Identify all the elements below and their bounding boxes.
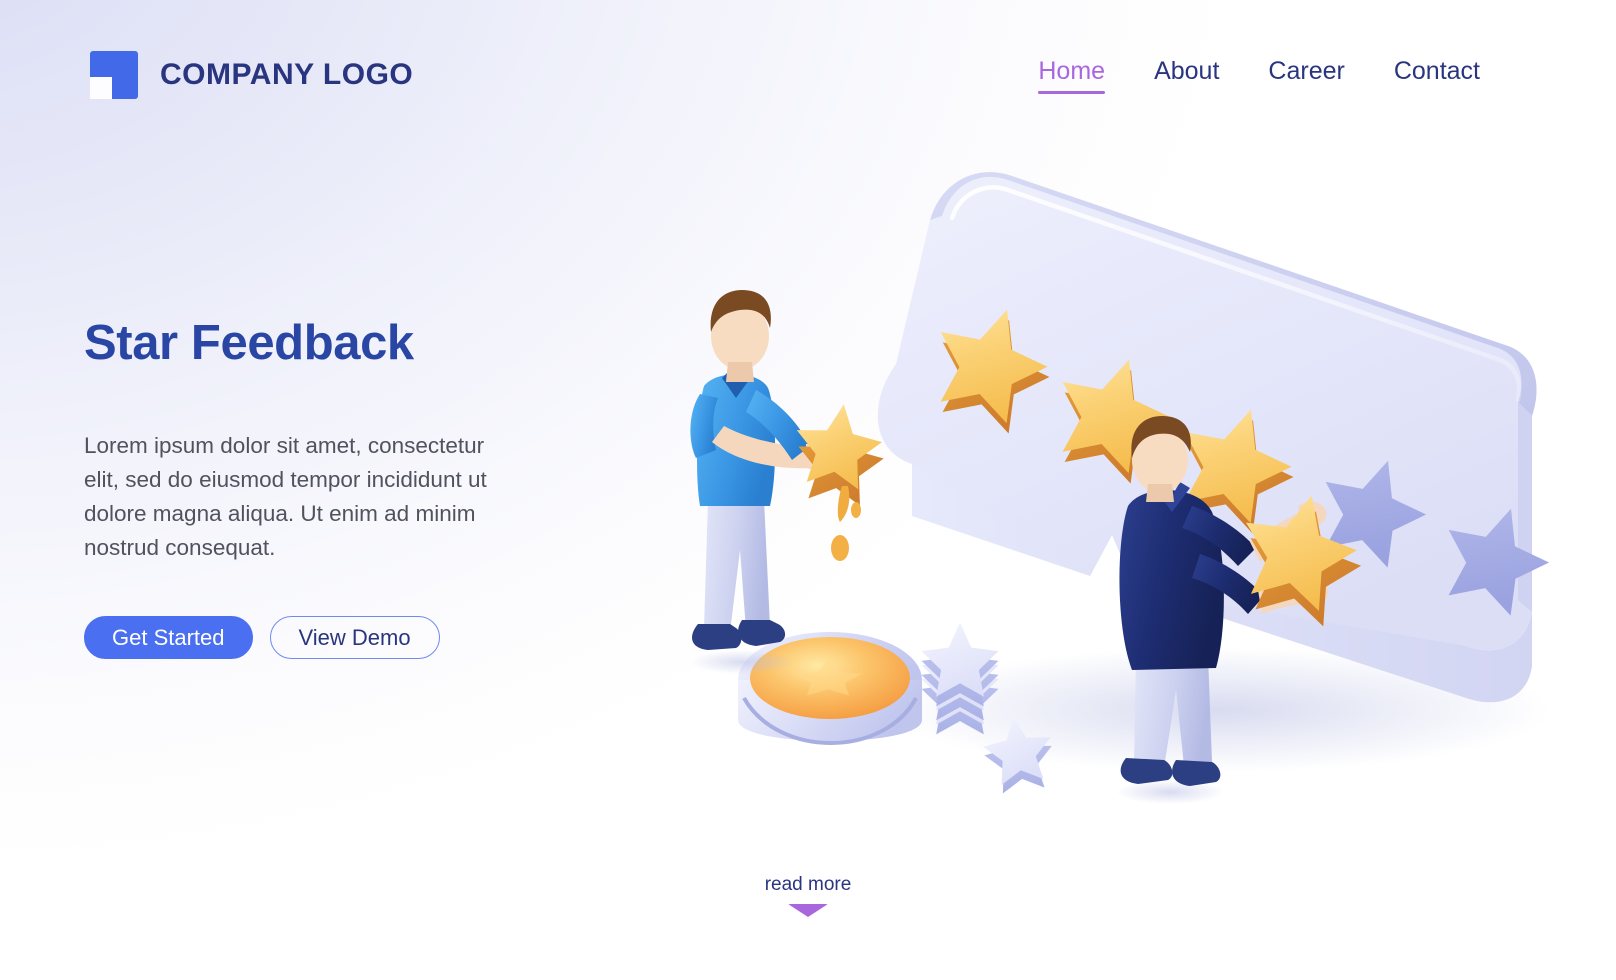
hero-description: Lorem ipsum dolor sit amet, consectetur … — [84, 433, 487, 560]
page-title: Star Feedback — [84, 316, 414, 370]
nav-item-career[interactable]: Career — [1268, 58, 1344, 92]
get-started-button[interactable]: Get Started — [84, 616, 253, 660]
main-navigation: Home About Career Contact — [1038, 58, 1480, 94]
painter-in-blue-polo — [690, 290, 884, 674]
site-header: COMPANY LOGO Home About Career Contact — [0, 0, 1616, 150]
brand-logo[interactable]: COMPANY LOGO — [90, 51, 413, 99]
star-rating-illustration — [660, 150, 1560, 870]
read-more-link[interactable]: read more — [765, 874, 852, 896]
view-demo-button[interactable]: View Demo — [269, 616, 440, 660]
paint-droplet — [831, 535, 849, 561]
hero-section: Star Feedback Lorem ipsum dolor sit amet… — [84, 316, 554, 660]
cta-button-group: Get Started View Demo — [84, 616, 554, 660]
paint-drip-trail — [837, 486, 850, 522]
nav-item-contact[interactable]: Contact — [1394, 58, 1480, 92]
paint-droplet-small — [851, 502, 861, 518]
company-logo-icon — [90, 51, 138, 99]
suit-neck — [1146, 484, 1174, 502]
suit-shoe-right — [1172, 760, 1221, 786]
chevron-down-icon[interactable] — [788, 904, 828, 917]
painter-shoe-right — [738, 620, 786, 646]
company-name: COMPANY LOGO — [160, 58, 414, 91]
painter-shoe-left — [692, 624, 742, 650]
landing-page: COMPANY LOGO Home About Career Contact S… — [0, 0, 1616, 980]
paint-bucket — [738, 632, 922, 745]
logo-notch — [90, 77, 112, 99]
suit-shoe-left — [1120, 758, 1173, 784]
painter-trousers — [704, 500, 770, 632]
nav-item-home[interactable]: Home — [1038, 58, 1105, 94]
bubble-right-edge — [1518, 402, 1532, 612]
read-more-section: read more — [0, 874, 1616, 917]
nav-item-about[interactable]: About — [1154, 58, 1219, 92]
painter-neck — [726, 362, 754, 382]
